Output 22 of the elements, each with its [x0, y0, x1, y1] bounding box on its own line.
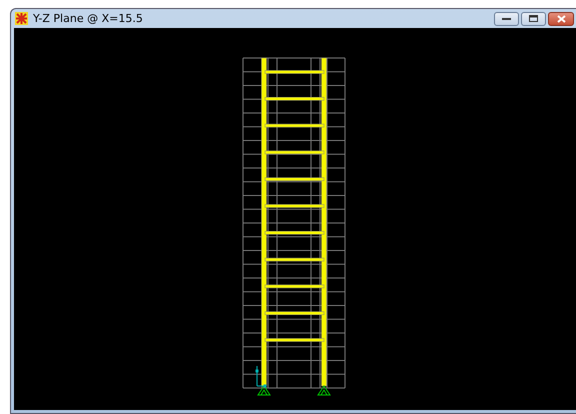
beam	[264, 258, 324, 262]
maximize-icon	[529, 15, 538, 22]
maximize-button[interactable]	[521, 12, 546, 26]
beam	[264, 231, 324, 235]
axis-icon	[256, 366, 266, 388]
minimize-icon	[502, 16, 511, 20]
beam	[264, 177, 324, 181]
beam	[264, 311, 324, 315]
beam	[264, 204, 324, 208]
close-button[interactable]	[548, 12, 574, 26]
window-title: Y-Z Plane @ X=15.5	[33, 12, 144, 25]
beam	[264, 338, 324, 342]
beam	[264, 284, 324, 288]
app-logo-icon	[15, 12, 28, 25]
support-icon	[257, 386, 270, 396]
beam	[264, 150, 324, 154]
beam	[264, 97, 324, 101]
beam	[264, 124, 324, 128]
close-icon	[556, 14, 566, 22]
beam	[264, 70, 324, 74]
support-icon	[317, 386, 330, 396]
minimize-button[interactable]	[494, 12, 519, 26]
